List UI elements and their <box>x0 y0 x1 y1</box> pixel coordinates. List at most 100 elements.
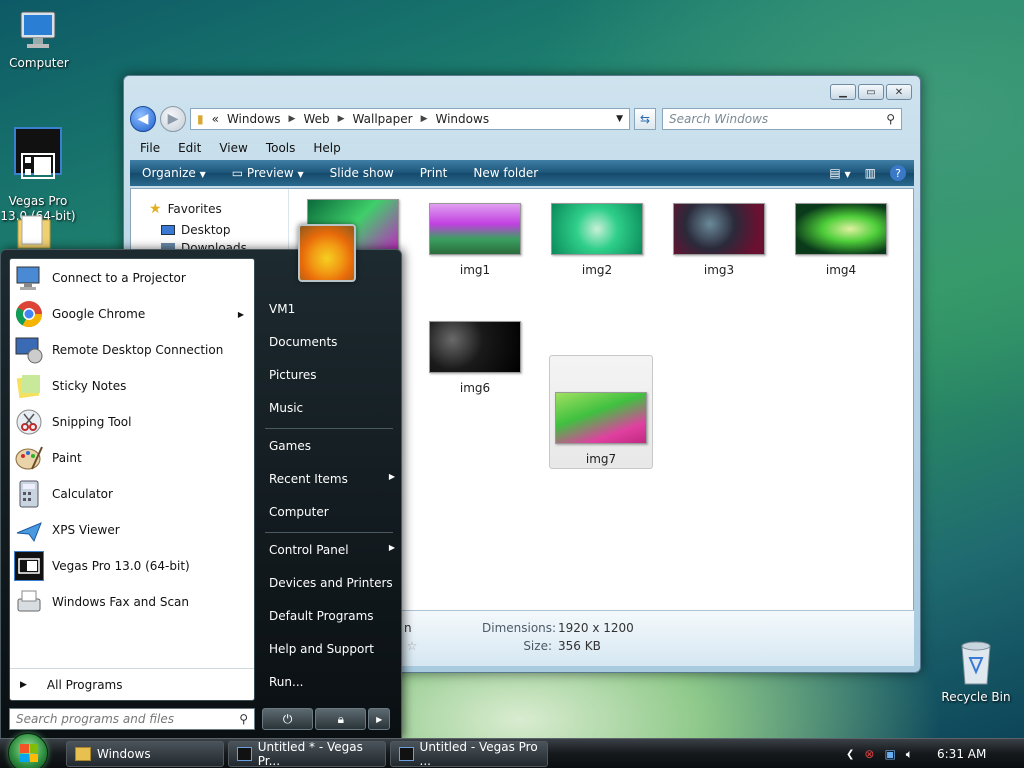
organize-button[interactable]: Organize ▼ <box>142 166 206 180</box>
breadcrumb-windows[interactable]: Windows <box>227 112 281 126</box>
volume-muted-icon[interactable]: 🔈︎ <box>906 747 913 762</box>
clock[interactable]: 6:31 AM <box>937 747 986 761</box>
place-label: Recent Items <box>269 472 348 486</box>
chevron-right-icon[interactable]: ▶ <box>238 310 244 319</box>
print-button[interactable]: Print <box>420 166 448 180</box>
taskbar-button-vegas-2[interactable]: Untitled - Vegas Pro ... <box>390 740 548 768</box>
place-help-support[interactable]: Help and Support <box>269 642 395 656</box>
place-run[interactable]: Run... <box>269 675 395 689</box>
views-icon[interactable]: ▤ ▼ <box>829 166 850 180</box>
new-folder-button[interactable]: New folder <box>473 166 538 180</box>
breadcrumb-wallpaper[interactable]: Wallpaper <box>353 112 413 126</box>
program-connect-projector[interactable]: Connect to a Projector <box>14 261 252 295</box>
desktop-folder-icon[interactable] <box>12 214 60 250</box>
place-control-panel[interactable]: Control Panel ▶ <box>269 543 395 557</box>
desktop-icon-recycle-bin[interactable]: Recycle Bin <box>936 638 1016 704</box>
search-icon[interactable]: ⚲ <box>886 112 895 126</box>
program-paint[interactable]: Paint <box>14 441 252 475</box>
menu-edit[interactable]: Edit <box>178 141 201 155</box>
program-sticky-notes[interactable]: Sticky Notes <box>14 369 252 403</box>
preview-label: Preview <box>246 166 294 180</box>
menu-bar: File Edit View Tools Help <box>130 138 914 158</box>
search-input[interactable]: Search Windows ⚲ <box>662 108 902 130</box>
windows-logo-icon <box>20 744 38 762</box>
breadcrumb-overflow[interactable]: « <box>212 112 219 126</box>
place-music[interactable]: Music <box>269 401 395 415</box>
thumbnail-img6[interactable]: img6 <box>423 321 527 395</box>
breadcrumb-windows-folder[interactable]: Windows <box>436 112 490 126</box>
projector-icon <box>14 263 44 293</box>
remote-desktop-icon <box>14 335 44 365</box>
search-icon[interactable]: ⚲ <box>239 712 248 726</box>
place-default-programs[interactable]: Default Programs <box>269 609 395 623</box>
desktop-icon-vegas[interactable]: Vegas Pro 13.0 (64-bit) <box>0 112 76 224</box>
start-menu: Connect to a Projector Google Chrome ▶ R… <box>0 224 402 739</box>
program-vegas-pro[interactable]: Vegas Pro 13.0 (64-bit) <box>14 549 252 583</box>
view-controls: ▤ ▼ ▥ ? <box>829 165 914 181</box>
program-fax-scan[interactable]: Windows Fax and Scan <box>14 585 252 619</box>
place-pictures[interactable]: Pictures <box>269 368 395 382</box>
place-vm1[interactable]: VM1 <box>269 302 395 316</box>
preview-button[interactable]: ▭ Preview ▼ <box>232 166 304 180</box>
menu-file[interactable]: File <box>140 141 160 155</box>
nav-label: Favorites <box>167 202 222 216</box>
program-calculator[interactable]: Calculator <box>14 477 252 511</box>
menu-help[interactable]: Help <box>313 141 340 155</box>
thumbnail-img3[interactable]: img3 <box>667 203 771 277</box>
power-options-button[interactable]: ▶ <box>368 708 391 730</box>
taskbar-button-explorer[interactable]: Windows <box>66 741 224 767</box>
preview-pane-icon[interactable]: ▥ <box>865 166 876 180</box>
network-icon[interactable]: ▣ <box>884 747 895 761</box>
place-computer[interactable]: Computer <box>269 505 395 519</box>
help-icon[interactable]: ? <box>890 165 906 181</box>
minimize-button[interactable]: ▁ <box>830 84 856 100</box>
program-remote-desktop[interactable]: Remote Desktop Connection <box>14 333 252 367</box>
taskbar-button-vegas-1[interactable]: Untitled * - Vegas Pr... <box>228 740 386 768</box>
chevron-left-icon[interactable]: ❮ <box>846 749 854 760</box>
close-button[interactable]: ✕ <box>886 84 912 100</box>
program-label: Sticky Notes <box>52 379 127 393</box>
place-games[interactable]: Games <box>269 439 395 453</box>
start-search-input[interactable]: Search programs and files ⚲ <box>9 708 255 730</box>
program-snipping-tool[interactable]: Snipping Tool <box>14 405 252 439</box>
forward-button[interactable]: ▶ <box>160 106 186 132</box>
program-google-chrome[interactable]: Google Chrome ▶ <box>14 297 252 331</box>
place-documents[interactable]: Documents <box>269 335 395 349</box>
place-label: Default Programs <box>269 609 374 623</box>
thumbnail-img2[interactable]: img2 <box>545 203 649 277</box>
program-xps-viewer[interactable]: XPS Viewer <box>14 513 252 547</box>
nav-favorites[interactable]: ★ Favorites <box>149 201 222 217</box>
separator <box>265 428 393 429</box>
menu-tools[interactable]: Tools <box>266 141 296 155</box>
shutdown-button[interactable]: ⏻ <box>262 708 314 730</box>
all-programs-label: All Programs <box>46 677 123 692</box>
refresh-button[interactable]: ⇆ <box>634 108 656 130</box>
folder-icon: ▮ <box>197 112 204 126</box>
thumbnail-img7[interactable]: img7 <box>549 355 653 469</box>
lock-button[interactable]: 🔒︎ <box>315 708 367 730</box>
chevron-down-icon: ▼ <box>297 170 304 179</box>
thumbnail-img4[interactable]: img4 <box>789 203 893 277</box>
maximize-button[interactable]: ▭ <box>858 84 884 100</box>
program-label: Connect to a Projector <box>52 271 186 285</box>
thumbnail-img1[interactable]: img1 <box>423 203 527 277</box>
start-button[interactable] <box>8 733 48 768</box>
desktop-icon-label: Recycle Bin <box>941 690 1011 704</box>
place-devices-printers[interactable]: Devices and Printers <box>269 576 395 590</box>
chevron-right-icon[interactable]: ▶ <box>289 114 296 124</box>
nav-desktop[interactable]: Desktop <box>161 223 231 237</box>
size-label: Size: <box>523 639 552 653</box>
slideshow-button[interactable]: Slide show <box>330 166 394 180</box>
back-button[interactable]: ◀ <box>130 106 156 132</box>
chevron-right-icon[interactable]: ▶ <box>338 114 345 124</box>
chevron-right-icon[interactable]: ▶ <box>421 114 428 124</box>
place-label: Computer <box>269 505 329 519</box>
menu-view[interactable]: View <box>219 141 247 155</box>
place-recent-items[interactable]: Recent Items ▶ <box>269 472 395 486</box>
address-bar[interactable]: ▮ « Windows ▶ Web ▶ Wallpaper ▶ Windows … <box>190 108 630 130</box>
chevron-down-icon[interactable]: ▼ <box>616 114 623 124</box>
desktop-icon-computer[interactable]: Computer <box>1 8 77 70</box>
action-center-icon[interactable]: ⊗ <box>864 747 874 761</box>
all-programs-button[interactable]: ▶ All Programs <box>10 668 254 700</box>
breadcrumb-web[interactable]: Web <box>303 112 329 126</box>
